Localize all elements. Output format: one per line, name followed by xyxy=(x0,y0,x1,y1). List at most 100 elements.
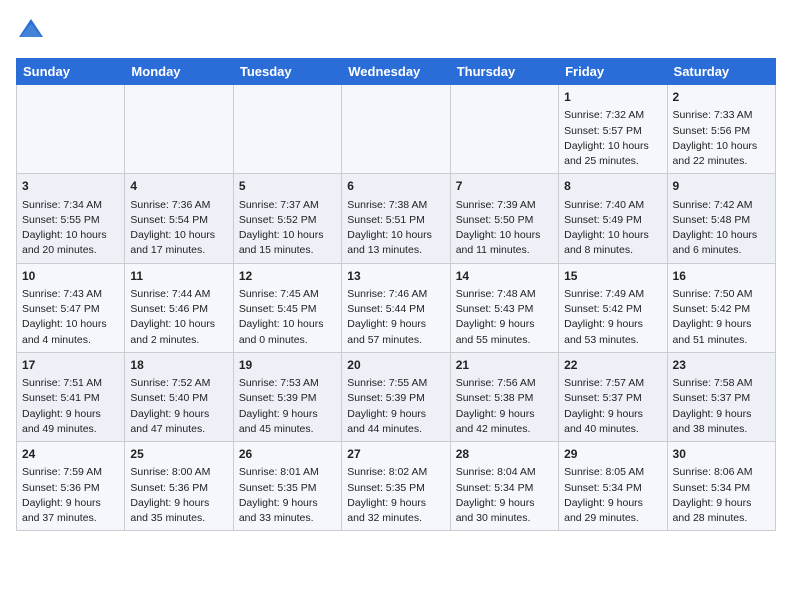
day-number: 19 xyxy=(239,357,336,374)
day-info-line: Sunset: 5:34 PM xyxy=(564,481,661,496)
calendar-header-row: SundayMondayTuesdayWednesdayThursdayFrid… xyxy=(17,59,776,85)
day-info-line: Sunset: 5:38 PM xyxy=(456,391,553,406)
day-info-line: Daylight: 9 hours and 40 minutes. xyxy=(564,407,661,437)
day-of-week-header: Wednesday xyxy=(342,59,450,85)
day-info-line: Daylight: 10 hours and 25 minutes. xyxy=(564,139,661,169)
day-info-line: Daylight: 10 hours and 2 minutes. xyxy=(130,317,227,347)
calendar-cell xyxy=(342,85,450,174)
day-info-line: Sunrise: 7:50 AM xyxy=(673,287,770,302)
day-info-line: Daylight: 9 hours and 33 minutes. xyxy=(239,496,336,526)
calendar-cell: 1Sunrise: 7:32 AMSunset: 5:57 PMDaylight… xyxy=(559,85,667,174)
day-info-line: Sunrise: 7:40 AM xyxy=(564,198,661,213)
day-info-line: Sunrise: 7:46 AM xyxy=(347,287,444,302)
day-number: 15 xyxy=(564,268,661,285)
day-of-week-header: Saturday xyxy=(667,59,775,85)
day-info-line: Daylight: 9 hours and 38 minutes. xyxy=(673,407,770,437)
day-of-week-header: Sunday xyxy=(17,59,125,85)
day-number: 5 xyxy=(239,178,336,195)
day-number: 17 xyxy=(22,357,119,374)
day-info-line: Sunset: 5:37 PM xyxy=(673,391,770,406)
calendar-week-row: 10Sunrise: 7:43 AMSunset: 5:47 PMDayligh… xyxy=(17,263,776,352)
calendar-cell: 23 Sunrise: 7:58 AMSunset: 5:37 PMDayligh… xyxy=(667,352,775,441)
calendar-cell xyxy=(17,85,125,174)
day-info-line: Sunset: 5:42 PM xyxy=(564,302,661,317)
calendar-week-row: 1Sunrise: 7:32 AMSunset: 5:57 PMDaylight… xyxy=(17,85,776,174)
day-info-line: Sunrise: 8:01 AM xyxy=(239,465,336,480)
calendar-cell: 21Sunrise: 7:56 AMSunset: 5:38 PMDayligh… xyxy=(450,352,558,441)
day-number: 13 xyxy=(347,268,444,285)
day-of-week-header: Friday xyxy=(559,59,667,85)
day-info-line: Daylight: 10 hours and 4 minutes. xyxy=(22,317,119,347)
calendar-cell: 30Sunrise: 8:06 AMSunset: 5:34 PMDayligh… xyxy=(667,442,775,531)
calendar-cell: 20 Sunrise: 7:55 AMSunset: 5:39 PMDayligh… xyxy=(342,352,450,441)
day-info-line: Daylight: 9 hours and 49 minutes. xyxy=(22,407,119,437)
day-info-line: Daylight: 9 hours and 51 minutes. xyxy=(673,317,770,347)
day-info-line: Sunrise: 7:37 AM xyxy=(239,198,336,213)
calendar-cell xyxy=(125,85,233,174)
day-info-line: Sunrise: 7:53 AM xyxy=(239,376,336,391)
day-number: 18 xyxy=(130,357,227,374)
day-info-line: Daylight: 9 hours and 29 minutes. xyxy=(564,496,661,526)
calendar-cell: 17 Sunrise: 7:51 AMSunset: 5:41 PMDayligh… xyxy=(17,352,125,441)
calendar-cell: 9Sunrise: 7:42 AMSunset: 5:48 PMDaylight… xyxy=(667,174,775,263)
day-info-line: Sunrise: 7:56 AM xyxy=(456,376,553,391)
calendar-cell: 8Sunrise: 7:40 AMSunset: 5:49 PMDaylight… xyxy=(559,174,667,263)
day-info-line: Sunset: 5:41 PM xyxy=(22,391,119,406)
calendar-cell: 22Sunrise: 7:57 AMSunset: 5:37 PMDayligh… xyxy=(559,352,667,441)
day-info-line: Sunrise: 7:58 AM xyxy=(673,376,770,391)
day-number: 6 xyxy=(347,178,444,195)
day-number: 1 xyxy=(564,89,661,106)
day-info-line: Sunrise: 7:55 AM xyxy=(347,376,444,391)
day-info-line: Daylight: 9 hours and 55 minutes. xyxy=(456,317,553,347)
calendar-cell: 4Sunrise: 7:36 AMSunset: 5:54 PMDaylight… xyxy=(125,174,233,263)
day-number: 14 xyxy=(456,268,553,285)
day-info-line: Sunset: 5:45 PM xyxy=(239,302,336,317)
page-header xyxy=(16,16,776,46)
day-info-line: Sunrise: 7:48 AM xyxy=(456,287,553,302)
calendar-cell: 24Sunrise: 7:59 AMSunset: 5:36 PMDayligh… xyxy=(17,442,125,531)
day-info-line: Sunset: 5:34 PM xyxy=(456,481,553,496)
calendar-cell xyxy=(450,85,558,174)
day-number: 27 xyxy=(347,446,444,463)
day-info-line: Sunset: 5:35 PM xyxy=(347,481,444,496)
day-info-line: Sunset: 5:47 PM xyxy=(22,302,119,317)
day-number: 25 xyxy=(130,446,227,463)
day-info-line: Daylight: 10 hours and 20 minutes. xyxy=(22,228,119,258)
calendar-cell: 11Sunrise: 7:44 AMSunset: 5:46 PMDayligh… xyxy=(125,263,233,352)
calendar-cell: 28Sunrise: 8:04 AMSunset: 5:34 PMDayligh… xyxy=(450,442,558,531)
day-info-line: Sunset: 5:34 PM xyxy=(673,481,770,496)
logo xyxy=(16,16,50,46)
day-info-line: Daylight: 9 hours and 28 minutes. xyxy=(673,496,770,526)
calendar-cell: 25Sunrise: 8:00 AMSunset: 5:36 PMDayligh… xyxy=(125,442,233,531)
day-number: 12 xyxy=(239,268,336,285)
day-of-week-header: Monday xyxy=(125,59,233,85)
day-info-line: Sunrise: 8:04 AM xyxy=(456,465,553,480)
calendar-cell: 3Sunrise: 7:34 AMSunset: 5:55 PMDaylight… xyxy=(17,174,125,263)
day-info-line: Sunset: 5:39 PM xyxy=(347,391,444,406)
day-number: 24 xyxy=(22,446,119,463)
calendar-cell: 15Sunrise: 7:49 AMSunset: 5:42 PMDayligh… xyxy=(559,263,667,352)
day-info-line: Sunset: 5:36 PM xyxy=(22,481,119,496)
day-info-line: Sunrise: 7:45 AM xyxy=(239,287,336,302)
day-number: 30 xyxy=(673,446,770,463)
calendar-table: SundayMondayTuesdayWednesdayThursdayFrid… xyxy=(16,58,776,531)
day-info-line: Sunset: 5:44 PM xyxy=(347,302,444,317)
calendar-cell: 7Sunrise: 7:39 AMSunset: 5:50 PMDaylight… xyxy=(450,174,558,263)
day-info-line: Daylight: 9 hours and 44 minutes. xyxy=(347,407,444,437)
day-info-line: Sunrise: 7:43 AM xyxy=(22,287,119,302)
day-info-line: Sunrise: 7:51 AM xyxy=(22,376,119,391)
day-number: 26 xyxy=(239,446,336,463)
day-info-line: Sunrise: 8:05 AM xyxy=(564,465,661,480)
day-info-line: Sunset: 5:43 PM xyxy=(456,302,553,317)
day-number: 20 xyxy=(347,357,444,374)
day-info-line: Daylight: 9 hours and 32 minutes. xyxy=(347,496,444,526)
calendar-cell: 12Sunrise: 7:45 AMSunset: 5:45 PMDayligh… xyxy=(233,263,341,352)
day-number: 11 xyxy=(130,268,227,285)
day-info-line: Sunrise: 7:36 AM xyxy=(130,198,227,213)
calendar-week-row: 17Sunrise: 7:51 AMSunset: 5:41 PMDayligh… xyxy=(17,352,776,441)
day-info-line: Sunrise: 7:32 AM xyxy=(564,108,661,123)
day-info-line: Daylight: 9 hours and 42 minutes. xyxy=(456,407,553,437)
calendar-cell: 13Sunrise: 7:46 AMSunset: 5:44 PMDayligh… xyxy=(342,263,450,352)
day-info-line: Sunset: 5:39 PM xyxy=(239,391,336,406)
day-number: 23 xyxy=(673,357,770,374)
